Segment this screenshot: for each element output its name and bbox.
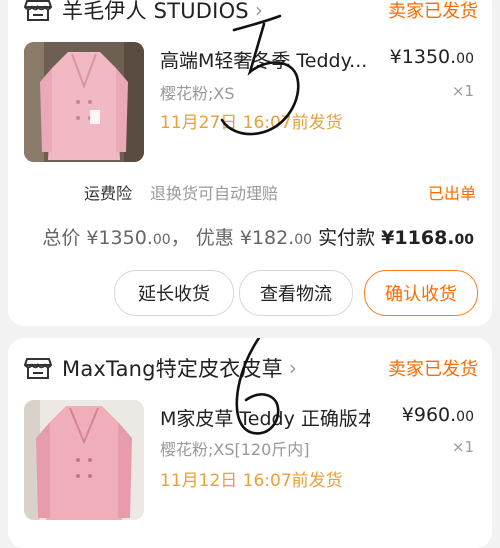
order-status: 卖家已发货 <box>388 1 478 22</box>
order-summary: 总价 ¥1350.00， 优惠 ¥182.00 实付款 ¥1168.00 <box>42 227 474 249</box>
shipping-insurance-row[interactable]: 运费险 退换货可自动理赔 已出单 <box>84 180 476 204</box>
product-quantity: ×1 <box>451 82 474 100</box>
extend-receipt-button[interactable]: 延长收货 <box>114 270 234 316</box>
product-spec: 樱花粉;XS <box>160 84 235 103</box>
store-icon <box>24 0 52 21</box>
shop-name[interactable]: 羊毛伊人 STUDIOS <box>62 0 249 25</box>
shop-header[interactable]: MaxTang特定皮衣皮草 › 卖家已发货 <box>24 348 478 388</box>
product-price: ¥960.00 <box>401 404 474 426</box>
shop-header[interactable]: 羊毛伊人 STUDIOS › 卖家已发货 <box>24 0 478 30</box>
product-image[interactable] <box>24 42 144 162</box>
discount-amount: ¥182.00 <box>239 227 313 249</box>
product-title[interactable]: M家皮草 Teddy 正确版本... <box>160 404 370 431</box>
product-price: ¥1350.00 <box>389 46 474 68</box>
product-image[interactable] <box>24 400 144 520</box>
total-label: 总价 <box>42 227 81 249</box>
insurance-desc: 退换货可自动理赔 <box>150 184 279 203</box>
chevron-right-icon[interactable]: › <box>289 356 297 380</box>
product-title[interactable]: 高端M轻奢冬季 Teddy... <box>160 46 370 73</box>
final-amount: ¥1168.00 <box>381 227 474 249</box>
insurance-status: 已出单 <box>427 184 476 203</box>
order-status: 卖家已发货 <box>388 359 478 380</box>
view-logistics-button[interactable]: 查看物流 <box>239 270 353 316</box>
total-amount: ¥1350.00 <box>86 227 171 249</box>
ship-deadline: 11月12日 16:07前发货 <box>160 471 343 491</box>
confirm-receipt-button[interactable]: 确认收货 <box>364 270 478 316</box>
insurance-label: 运费险 <box>84 184 133 203</box>
product-quantity: ×1 <box>451 438 474 456</box>
order-card: MaxTang特定皮衣皮草 › 卖家已发货 M家皮草 Teddy 正确版本...… <box>8 338 492 548</box>
shop-name[interactable]: MaxTang特定皮衣皮草 <box>62 353 283 383</box>
final-label: 实付款 <box>318 227 376 249</box>
store-icon <box>24 358 52 379</box>
order-card: 羊毛伊人 STUDIOS › 卖家已发货 高端M轻奢冬季 Teddy... ¥1… <box>8 0 492 326</box>
discount-label: 优惠 <box>195 227 234 249</box>
product-spec: 樱花粉;XS[120斤内] <box>160 440 310 459</box>
chevron-right-icon[interactable]: › <box>255 0 263 22</box>
ship-deadline: 11月27日 16:07前发货 <box>160 113 343 133</box>
